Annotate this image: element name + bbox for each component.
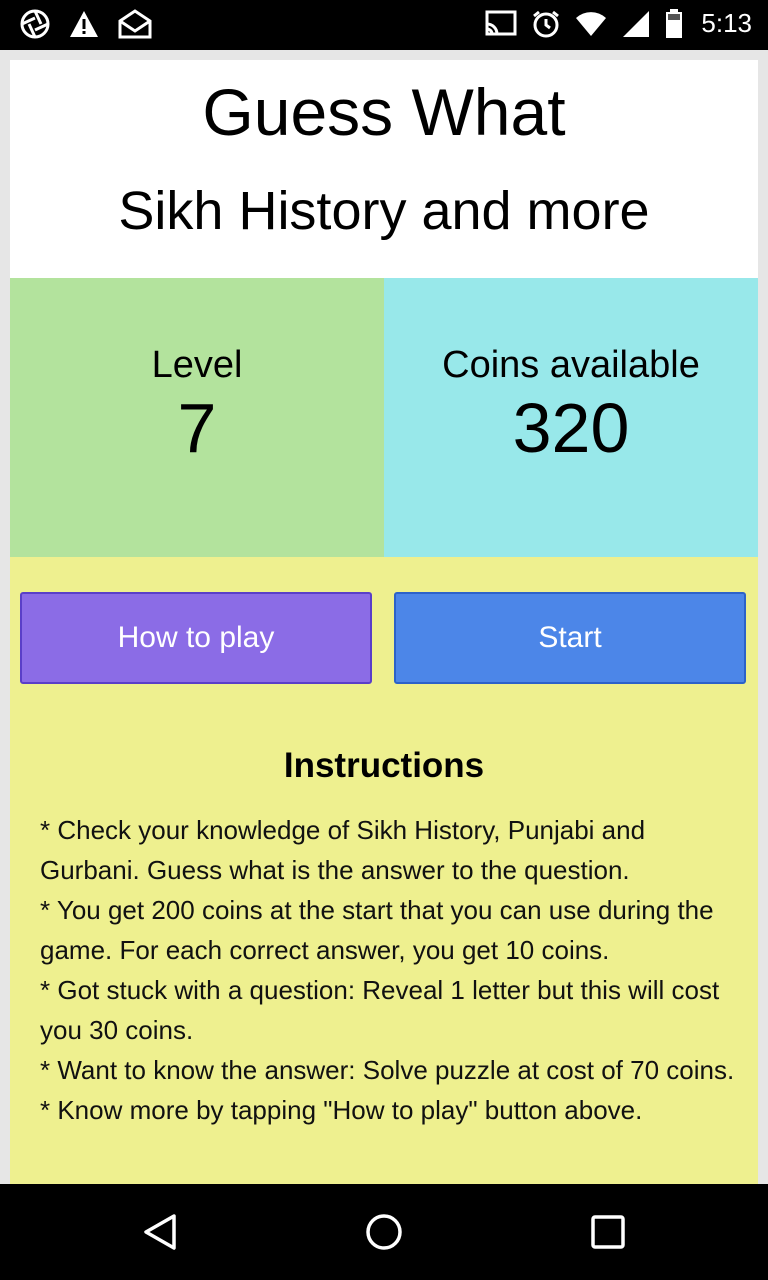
coins-panel: Coins available 320: [384, 278, 758, 557]
clock: 5:13: [701, 8, 752, 38]
cast-icon: [485, 10, 517, 35]
mail-icon: [118, 9, 152, 39]
instruction-item: * Got stuck with a question: Reveal 1 le…: [40, 975, 720, 1045]
instructions-list: * Check your knowledge of Sikh History, …: [40, 810, 740, 1130]
coins-label: Coins available: [442, 344, 700, 386]
status-bar: 5:13: [0, 0, 768, 50]
aperture-icon: [20, 9, 50, 39]
instruction-item: * Want to know the answer: Solve puzzle …: [40, 1055, 735, 1085]
how-to-play-button[interactable]: How to play: [20, 592, 372, 684]
app-subtitle: Sikh History and more: [118, 181, 650, 241]
instructions-title: Instructions: [283, 746, 485, 785]
app-header: Guess What Sikh History and more: [10, 60, 758, 278]
level-value: 7: [177, 389, 217, 467]
navigation-bar: [0, 1184, 768, 1280]
back-icon[interactable]: [140, 1212, 180, 1252]
instruction-item: * You get 200 coins at the start that yo…: [40, 895, 714, 965]
system-icons: 5:13: [485, 8, 752, 39]
recents-icon[interactable]: [588, 1212, 628, 1252]
level-label: Level: [151, 344, 243, 386]
home-icon[interactable]: [364, 1212, 404, 1252]
notification-icons: [20, 9, 152, 39]
start-button[interactable]: Start: [394, 592, 746, 684]
alarm-icon: [533, 10, 560, 37]
signal-icon: [623, 10, 650, 37]
instruction-item: * Know more by tapping "How to play" but…: [40, 1095, 643, 1125]
main-content: Guess What Sikh History and more Level 7…: [10, 60, 758, 1184]
level-panel: Level 7: [10, 278, 384, 557]
app-title: Guess What: [202, 75, 566, 149]
coins-value: 320: [512, 389, 630, 467]
warning-icon: [70, 11, 98, 37]
battery-icon: [666, 8, 683, 38]
wifi-icon: [576, 11, 607, 36]
instruction-item: * Check your knowledge of Sikh History, …: [40, 815, 646, 885]
